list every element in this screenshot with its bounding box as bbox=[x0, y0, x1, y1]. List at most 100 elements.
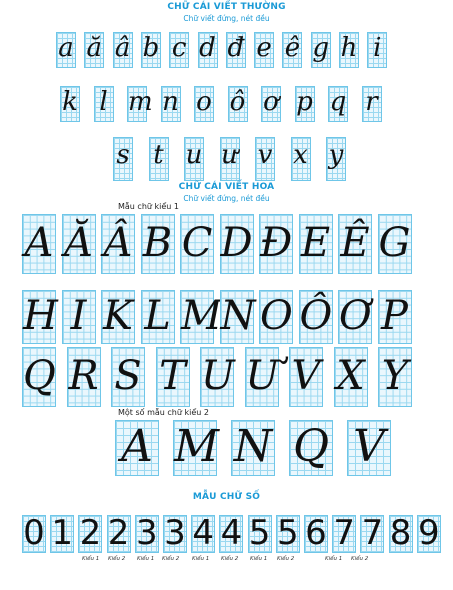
letter-glyph: 7 bbox=[333, 513, 355, 553]
letter-glyph: 6 bbox=[305, 513, 327, 553]
letter-cell: E bbox=[298, 214, 333, 274]
letter-glyph: Ư bbox=[245, 353, 280, 399]
letter-glyph: I bbox=[70, 293, 87, 339]
letter-glyph: Q bbox=[292, 421, 330, 472]
letter-glyph: Ô bbox=[299, 293, 333, 339]
letter-glyph: m bbox=[128, 87, 153, 117]
letter-cell: g bbox=[310, 32, 331, 68]
letter-cell: 8 bbox=[388, 513, 413, 553]
letter-glyph: k bbox=[62, 87, 78, 117]
letter-glyph: M bbox=[174, 421, 220, 472]
letter-glyph: 4 bbox=[192, 513, 214, 553]
letter-cell: Ê bbox=[338, 214, 372, 274]
letter-cell: k bbox=[60, 86, 80, 122]
letter-glyph: 9 bbox=[417, 513, 440, 553]
letter-glyph: H bbox=[23, 293, 58, 339]
letter-glyph: 2 bbox=[79, 513, 102, 553]
letter-glyph: Â bbox=[103, 220, 133, 266]
letter-cell: 3 bbox=[134, 513, 159, 553]
letter-glyph: s bbox=[116, 140, 130, 170]
letter-cell: M bbox=[173, 420, 220, 476]
letter-cell: B bbox=[140, 214, 175, 274]
letter-cell: 7 bbox=[332, 513, 357, 553]
letter-cell: Y bbox=[378, 347, 412, 407]
letter-cell: n bbox=[160, 86, 181, 122]
letter-glyph: Y bbox=[381, 353, 409, 399]
letter-cell: a bbox=[56, 32, 76, 68]
letter-glyph: V bbox=[291, 353, 321, 399]
letter-cell: r bbox=[361, 86, 382, 122]
letter-glyph: b bbox=[142, 33, 160, 63]
letter-cell: Ư bbox=[244, 347, 280, 407]
letter-cell: N bbox=[219, 290, 256, 344]
letter-glyph: 0 bbox=[23, 513, 45, 553]
letter-glyph: A bbox=[24, 220, 54, 266]
digit-style-label: Kiểu 1 bbox=[137, 556, 155, 562]
letter-cell: K bbox=[101, 290, 135, 344]
letter-cell: A bbox=[22, 214, 56, 274]
letter-glyph: l bbox=[99, 87, 108, 117]
letter-glyph: 8 bbox=[389, 513, 412, 553]
letter-cell: d bbox=[197, 32, 218, 68]
letter-glyph: 7 bbox=[361, 513, 384, 553]
heading-lowercase: CHỮ CÁI VIẾT THƯỜNG bbox=[167, 2, 286, 12]
letter-cell: 4 bbox=[219, 513, 244, 553]
letter-glyph: d bbox=[199, 33, 216, 63]
letter-cell: 2 bbox=[78, 513, 103, 553]
letter-cell: Ă bbox=[61, 214, 96, 274]
letter-glyph: K bbox=[103, 293, 133, 339]
letter-glyph: 1 bbox=[51, 513, 73, 553]
letter-glyph: P bbox=[381, 293, 408, 339]
digit-style-label: Kiểu 1 bbox=[325, 556, 343, 562]
letter-glyph: N bbox=[220, 293, 256, 339]
letter-cell: m bbox=[127, 86, 153, 122]
digit-style-label: Kiểu 2 bbox=[351, 556, 369, 562]
letter-cell: Â bbox=[101, 214, 135, 274]
letter-cell: Q bbox=[22, 347, 56, 407]
letter-glyph: ê bbox=[284, 33, 301, 63]
subheading-uppercase: Chữ viết đứng, nét đều bbox=[183, 194, 270, 203]
letter-glyph: đ bbox=[227, 33, 245, 63]
letter-cell: v bbox=[255, 137, 275, 181]
letter-glyph: 3 bbox=[135, 513, 158, 553]
letter-glyph: Ê bbox=[340, 220, 370, 266]
letter-cell: 5 bbox=[247, 513, 272, 553]
letter-glyph: ơ bbox=[263, 87, 279, 117]
letter-cell: o bbox=[194, 86, 214, 122]
letter-cell: s bbox=[113, 137, 133, 181]
letter-cell: h bbox=[339, 32, 359, 68]
letter-glyph: M bbox=[181, 293, 222, 339]
digit-style-label: Kiểu 1 bbox=[82, 556, 100, 562]
letter-glyph: Q bbox=[23, 353, 56, 399]
letter-glyph: U bbox=[201, 353, 235, 399]
letter-cell: G bbox=[377, 214, 412, 274]
letter-cell: e bbox=[254, 32, 275, 68]
heading-digits: MẪU CHỮ SỐ bbox=[192, 492, 261, 502]
letter-cell: q bbox=[328, 86, 348, 122]
letter-glyph: ă bbox=[86, 33, 103, 63]
letter-cell: ơ bbox=[261, 86, 281, 122]
letter-cell: 7 bbox=[360, 513, 385, 553]
letter-cell: c bbox=[169, 32, 190, 68]
letter-glyph: Ơ bbox=[339, 293, 372, 339]
letter-glyph: p bbox=[296, 87, 313, 117]
letter-glyph: 2 bbox=[107, 513, 130, 553]
letter-glyph: r bbox=[365, 87, 378, 117]
letter-glyph: B bbox=[142, 220, 173, 266]
letter-cell: i bbox=[367, 32, 388, 68]
letter-glyph: R bbox=[68, 353, 99, 399]
letter-cell: T bbox=[155, 347, 190, 407]
letter-glyph: g bbox=[312, 33, 330, 63]
letter-glyph: x bbox=[293, 140, 308, 170]
letter-cell: R bbox=[66, 347, 101, 407]
letter-glyph: 5 bbox=[248, 513, 271, 553]
letter-glyph: Ă bbox=[64, 220, 93, 266]
letter-cell: 4 bbox=[191, 513, 216, 553]
letter-cell: L bbox=[140, 290, 175, 344]
letter-glyph: N bbox=[233, 421, 273, 472]
letter-cell: P bbox=[377, 290, 412, 344]
letter-cell: u bbox=[184, 137, 204, 181]
letter-glyph: 4 bbox=[220, 513, 243, 553]
letter-glyph: S bbox=[114, 353, 142, 399]
letter-glyph: h bbox=[340, 33, 358, 63]
